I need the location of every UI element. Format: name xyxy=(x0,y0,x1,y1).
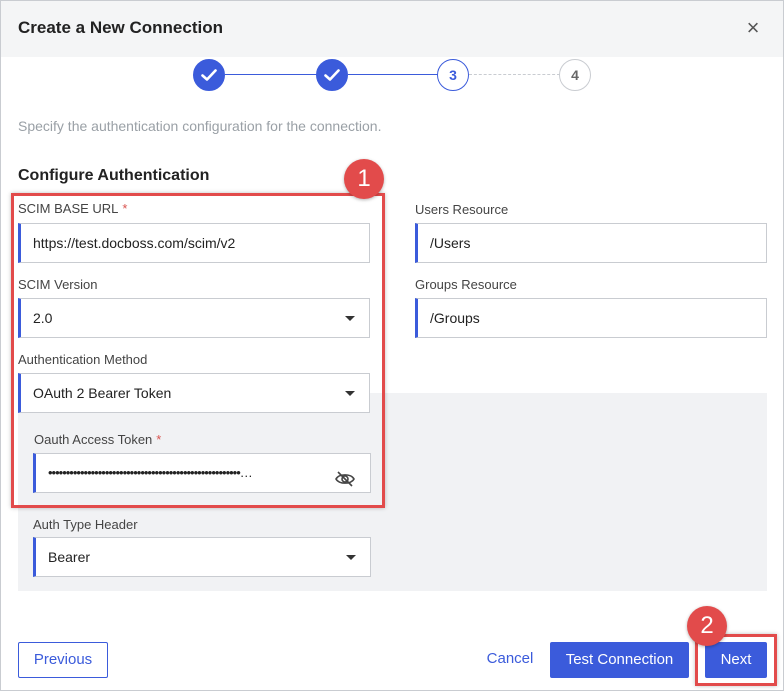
step-4: 4 xyxy=(559,59,591,91)
section-title: Configure Authentication xyxy=(18,167,210,184)
dialog-title: Create a New Connection xyxy=(18,18,223,37)
stepper-connector xyxy=(348,74,438,75)
auth-type-header-select[interactable]: Bearer xyxy=(33,537,371,577)
check-icon xyxy=(324,69,340,81)
annotation-badge-2: 2 xyxy=(687,606,727,646)
chevron-down-icon xyxy=(346,555,356,560)
step-2 xyxy=(316,59,348,91)
previous-button[interactable]: Previous xyxy=(18,642,108,678)
dialog-header: Create a New Connection × xyxy=(1,1,783,57)
test-connection-button[interactable]: Test Connection xyxy=(550,642,689,678)
close-icon[interactable]: × xyxy=(743,17,763,39)
create-connection-dialog: Create a New Connection × 3 4 Specify th… xyxy=(0,0,784,691)
dialog-description: Specify the authentication configuration… xyxy=(18,118,382,134)
stepper: 3 4 xyxy=(1,57,783,93)
cancel-button[interactable]: Cancel xyxy=(481,642,539,678)
check-icon xyxy=(201,69,217,81)
auth-type-header-value: Bearer xyxy=(48,549,91,565)
users-resource-input[interactable]: /Users xyxy=(415,223,767,263)
groups-resource-value: /Groups xyxy=(430,310,480,326)
annotation-badge-1: 1 xyxy=(344,159,384,199)
annotation-box-1 xyxy=(11,193,385,508)
stepper-connector xyxy=(469,74,560,75)
groups-resource-label: Groups Resource xyxy=(415,277,517,292)
auth-type-header-label: Auth Type Header xyxy=(33,517,138,532)
users-resource-value: /Users xyxy=(430,235,471,251)
stepper-connector xyxy=(225,74,317,75)
groups-resource-input[interactable]: /Groups xyxy=(415,298,767,338)
users-resource-label: Users Resource xyxy=(415,202,509,217)
step-1 xyxy=(193,59,225,91)
step-3: 3 xyxy=(437,59,469,91)
